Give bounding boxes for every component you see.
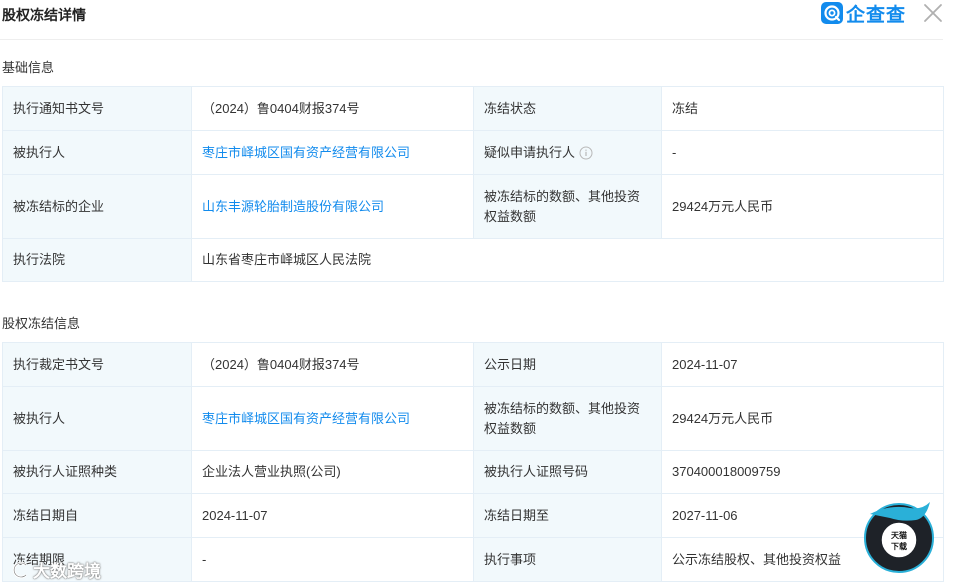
section-title-basic: 基础信息 bbox=[2, 60, 55, 75]
table-row: 被冻结标的企业 山东丰源轮胎制造股份有限公司 被冻结标的数额、其他投资权益数额 … bbox=[2, 174, 944, 239]
svg-text:下载: 下载 bbox=[891, 541, 907, 551]
label-cell: 冻结日期自 bbox=[2, 493, 192, 538]
value-cell: 枣庄市峄城区国有资产经营有限公司 bbox=[191, 130, 474, 175]
badge-logo: 天猫 下载 bbox=[860, 500, 938, 576]
value-cell: 企业法人营业执照(公司) bbox=[191, 450, 474, 494]
watermark-logo-icon bbox=[12, 561, 30, 579]
label-cell: 执行法院 bbox=[2, 238, 192, 282]
label-text: 疑似申请执行人 bbox=[484, 144, 576, 160]
info-icon[interactable] bbox=[579, 146, 593, 160]
value-cell: （2024）鲁0404财报374号 bbox=[191, 86, 474, 131]
label-cell: 公示日期 bbox=[473, 342, 662, 387]
value-cell: 29424万元人民币 bbox=[661, 174, 944, 239]
label-cell: 疑似申请执行人 bbox=[473, 130, 662, 175]
basic-info-table: 执行通知书文号 （2024）鲁0404财报374号 冻结状态 冻结 被执行人 枣… bbox=[2, 86, 944, 282]
label-cell: 被执行人 bbox=[2, 130, 192, 175]
value-cell: 枣庄市峄城区国有资产经营有限公司 bbox=[191, 386, 474, 451]
label-cell: 冻结日期至 bbox=[473, 493, 662, 538]
company-link[interactable]: 枣庄市峄城区国有资产经营有限公司 bbox=[202, 145, 410, 160]
freeze-info-table: 执行裁定书文号 （2024）鲁0404财报374号 公示日期 2024-11-0… bbox=[2, 342, 944, 582]
dialog-title: 股权冻结详情 bbox=[2, 7, 86, 23]
qichacha-logo-icon bbox=[821, 2, 843, 24]
value-cell: 冻结 bbox=[661, 86, 944, 131]
label-cell: 被冻结标的数额、其他投资权益数额 bbox=[473, 174, 662, 239]
svg-text:天猫: 天猫 bbox=[891, 530, 907, 540]
label-cell: 冻结状态 bbox=[473, 86, 662, 131]
label-cell: 执行事项 bbox=[473, 537, 662, 582]
close-icon[interactable] bbox=[921, 1, 945, 25]
brand-name: 企查查 bbox=[846, 4, 907, 26]
label-cell: 执行通知书文号 bbox=[2, 86, 192, 131]
value-cell: - bbox=[191, 537, 474, 582]
company-link[interactable]: 山东丰源轮胎制造股份有限公司 bbox=[202, 199, 384, 214]
label-cell: 被冻结标的数额、其他投资权益数额 bbox=[473, 386, 662, 451]
table-row: 被执行人 枣庄市峄城区国有资产经营有限公司 疑似申请执行人 - bbox=[2, 130, 944, 175]
value-cell: 山东省枣庄市峄城区人民法院 bbox=[191, 238, 944, 282]
label-cell: 执行裁定书文号 bbox=[2, 342, 192, 387]
label-cell: 被执行人证照号码 bbox=[473, 450, 662, 494]
section-title-freeze: 股权冻结信息 bbox=[2, 316, 81, 331]
header-divider bbox=[0, 39, 943, 40]
brand-logo: 企查查 bbox=[821, 1, 907, 26]
table-row: 冻结期限 - 执行事项 公示冻结股权、其他投资权益 bbox=[2, 537, 944, 582]
value-cell: （2024）鲁0404财报374号 bbox=[191, 342, 474, 387]
table-row: 执行通知书文号 （2024）鲁0404财报374号 冻结状态 冻结 bbox=[2, 86, 944, 131]
value-cell: 2024-11-07 bbox=[661, 342, 944, 387]
dialog-header: 股权冻结详情 企查查 bbox=[0, 0, 953, 40]
label-cell: 被执行人证照种类 bbox=[2, 450, 192, 494]
value-cell: - bbox=[661, 130, 944, 175]
label-cell: 被执行人 bbox=[2, 386, 192, 451]
value-cell: 370400018009759 bbox=[661, 450, 944, 494]
company-link[interactable]: 枣庄市峄城区国有资产经营有限公司 bbox=[202, 411, 410, 426]
table-row: 冻结日期自 2024-11-07 冻结日期至 2027-11-06 bbox=[2, 493, 944, 538]
watermark-text: 大数跨境 bbox=[33, 562, 101, 581]
table-row: 执行裁定书文号 （2024）鲁0404财报374号 公示日期 2024-11-0… bbox=[2, 342, 944, 387]
table-row: 执行法院 山东省枣庄市峄城区人民法院 bbox=[2, 238, 944, 282]
value-cell: 2024-11-07 bbox=[191, 493, 474, 538]
table-row: 被执行人证照种类 企业法人营业执照(公司) 被执行人证照号码 370400018… bbox=[2, 450, 944, 494]
value-cell: 山东丰源轮胎制造股份有限公司 bbox=[191, 174, 474, 239]
label-cell: 被冻结标的企业 bbox=[2, 174, 192, 239]
value-cell: 29424万元人民币 bbox=[661, 386, 944, 451]
watermark: 大数跨境 bbox=[12, 557, 101, 582]
table-row: 被执行人 枣庄市峄城区国有资产经营有限公司 被冻结标的数额、其他投资权益数额 2… bbox=[2, 386, 944, 451]
